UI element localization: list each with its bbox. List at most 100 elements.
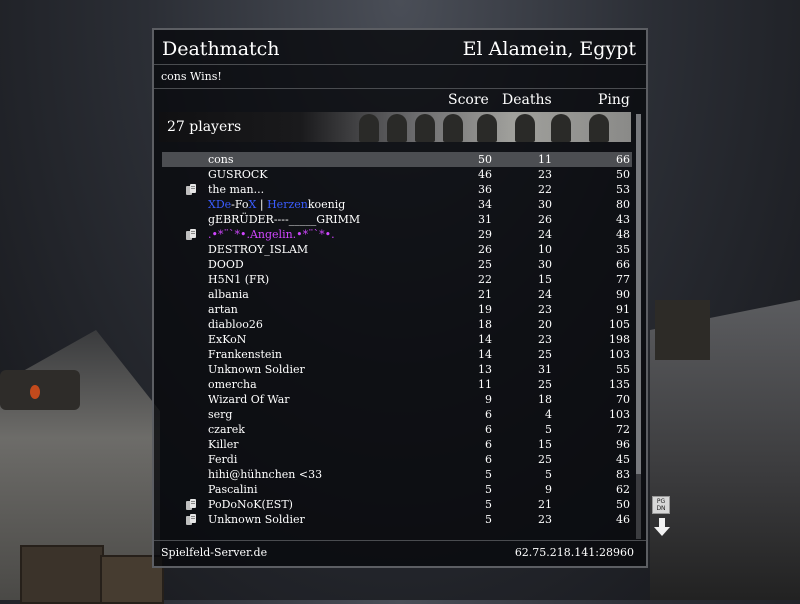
player-score: 6 [485,438,492,451]
player-deaths: 24 [538,288,552,301]
player-name: ExKoN [208,333,247,346]
players-count: 27 players [167,119,242,135]
player-row: diabloo26 18 20 105 [162,317,632,332]
background-bunker [655,300,710,360]
player-deaths: 10 [538,243,552,256]
player-deaths: 23 [538,333,552,346]
player-score: 22 [478,273,492,286]
dog-tags-icon [186,514,196,525]
arrow-down-icon [654,518,670,536]
player-row: Frankenstein 14 25 103 [162,347,632,362]
player-row: GUSROCK 46 23 50 [162,167,632,182]
player-ping: 48 [616,228,630,241]
player-row: artan 19 23 91 [162,302,632,317]
map-name: El Alamein, Egypt [462,38,636,60]
background-fire [30,385,40,399]
player-deaths: 15 [538,438,552,451]
scrollbar-thumb[interactable] [636,114,641,474]
dog-tags-icon [186,499,196,510]
player-name: Pascalini [208,483,258,496]
player-name: GUSROCK [208,168,268,181]
player-name: artan [208,303,238,316]
server-name: Spielfeld-Server.de [161,546,268,559]
dog-tags-icon [186,184,196,195]
player-ping: 72 [616,423,630,436]
player-deaths: 30 [538,258,552,271]
player-score: 9 [485,393,492,406]
player-name: hihi@hühnchen <33 [208,468,323,481]
player-ping: 198 [609,333,630,346]
player-deaths: 11 [538,153,552,166]
winner-text: cons Wins! [161,70,222,83]
player-deaths: 23 [538,513,552,526]
player-deaths: 25 [538,378,552,391]
player-name: .•*¨`*•.Angelin.•*¨`*•. [208,228,335,241]
player-deaths: 5 [545,423,552,436]
player-score: 26 [478,243,492,256]
player-name: DOOD [208,258,244,271]
player-name: XDe-FoX | Herzenkoenig [208,197,345,212]
background-vehicle [0,370,80,410]
player-score: 6 [485,423,492,436]
player-name-part: -Fo [231,198,249,211]
player-ping: 80 [616,198,630,211]
player-list: cons 50 11 66 GUSROCK 46 23 50 the man... 36 22 53 X… [162,152,632,527]
player-row: omercha 11 25 135 [162,377,632,392]
player-ping: 90 [616,288,630,301]
player-row: gEBRÜDER----_____GRIMM 31 26 43 [162,212,632,227]
player-deaths: 25 [538,453,552,466]
player-name: H5N1 (FR) [208,273,270,286]
player-score: 11 [478,378,492,391]
player-score: 14 [478,333,492,346]
player-name: Frankenstein [208,348,282,361]
player-score: 5 [485,468,492,481]
player-score: 13 [478,363,492,376]
player-row: serg 6 4 103 [162,407,632,422]
player-row: DESTROY_ISLAM 26 10 35 [162,242,632,257]
player-deaths: 23 [538,168,552,181]
column-header-score: Score [448,92,489,108]
player-ping: 66 [616,258,630,271]
player-ping: 83 [616,468,630,481]
player-deaths: 25 [538,348,552,361]
player-score: 29 [478,228,492,241]
player-ping: 46 [616,513,630,526]
player-ping: 70 [616,393,630,406]
player-ping: 66 [616,153,630,166]
player-name: Unknown Soldier [208,363,305,376]
player-row: .•*¨`*•.Angelin.•*¨`*•. 29 24 48 [162,227,632,242]
player-name: albania [208,288,249,301]
player-name: Killer [208,438,239,451]
player-deaths: 23 [538,303,552,316]
player-score: 5 [485,513,492,526]
player-row: DOOD 25 30 66 [162,257,632,272]
player-deaths: 24 [538,228,552,241]
page-down-key-icon: PG DN [652,496,670,514]
soldiers-photo-banner: 27 players [159,112,631,142]
player-row: Pascalini 5 9 62 [162,482,632,497]
player-deaths: 30 [538,198,552,211]
player-ping: 43 [616,213,630,226]
player-name: Unknown Soldier [208,513,305,526]
player-row: PoDoNoK(EST) 5 21 50 [162,497,632,512]
player-deaths: 21 [538,498,552,511]
player-score: 34 [478,198,492,211]
player-name: Ferdi [208,453,238,466]
game-mode: Deathmatch [162,38,280,60]
player-deaths: 18 [538,393,552,406]
player-ping: 103 [609,408,630,421]
player-row: Ferdi 6 25 45 [162,452,632,467]
player-deaths: 4 [545,408,552,421]
player-row: the man... 36 22 53 [162,182,632,197]
player-ping: 96 [616,438,630,451]
player-row: czarek 6 5 72 [162,422,632,437]
player-row: ExKoN 14 23 198 [162,332,632,347]
player-ping: 45 [616,453,630,466]
player-score: 5 [485,498,492,511]
scoreboard-panel: Deathmatch El Alamein, Egypt cons Wins! … [152,28,648,568]
player-ping: 103 [609,348,630,361]
player-score: 50 [478,153,492,166]
player-row: XDe-FoX | Herzenkoenig 34 30 80 [162,197,632,212]
player-name-part: | [256,198,268,211]
player-score: 6 [485,408,492,421]
